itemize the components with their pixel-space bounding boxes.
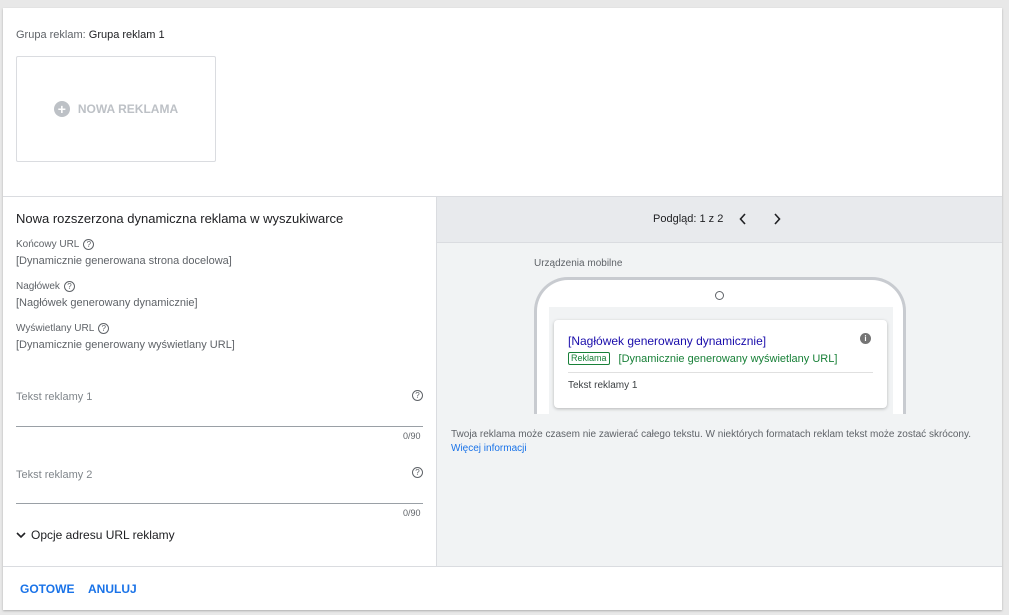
info-icon[interactable]: i bbox=[860, 333, 871, 344]
divider bbox=[3, 566, 1002, 567]
help-icon[interactable]: ? bbox=[98, 323, 110, 334]
headline-label: Nagłówek ? bbox=[16, 281, 75, 292]
help-icon[interactable]: ? bbox=[412, 467, 423, 478]
ad-badge: Reklama bbox=[568, 352, 610, 365]
chevron-left-icon bbox=[739, 213, 746, 225]
divider bbox=[568, 372, 873, 373]
ad-preview-card: [Nagłówek generowany dynamicznie] i Rekl… bbox=[554, 320, 887, 408]
ad-form: Nowa rozszerzona dynamiczna reklama w wy… bbox=[3, 197, 436, 566]
phone-camera-icon bbox=[715, 291, 724, 300]
ad-text-1-underline bbox=[16, 426, 423, 427]
display-url-value: [Dynamicznie generowany wyświetlany URL] bbox=[16, 339, 235, 351]
new-ad-button[interactable]: + NOWA REKLAMA bbox=[16, 56, 216, 162]
cancel-button[interactable]: ANULUJ bbox=[88, 582, 137, 596]
final-url-label: Końcowy URL ? bbox=[16, 239, 95, 250]
ad-text-2-counter: 0/90 bbox=[403, 508, 421, 518]
phone-frame: [Nagłówek generowany dynamicznie] i Rekl… bbox=[534, 277, 906, 414]
chevron-down-icon bbox=[16, 531, 26, 538]
ad-text-1-counter: 0/90 bbox=[403, 431, 421, 441]
phone-screen: [Nagłówek generowany dynamicznie] i Rekl… bbox=[549, 307, 893, 414]
url-options-toggle[interactable]: Opcje adresu URL reklamy bbox=[16, 528, 175, 542]
chevron-right-icon bbox=[774, 213, 781, 225]
ad-group-name: Grupa reklam 1 bbox=[88, 29, 165, 41]
ad-group-row: Grupa reklam: Grupa reklam 1 bbox=[16, 29, 165, 41]
ad-editor-card: Grupa reklam: Grupa reklam 1 + NOWA REKL… bbox=[3, 8, 1002, 610]
preview-notice: Twoja reklama może czasem nie zawierać c… bbox=[451, 429, 972, 454]
ad-url-row: Reklama [Dynamicznie generowany wyświetl… bbox=[568, 352, 837, 365]
new-ad-label: NOWA REKLAMA bbox=[77, 102, 179, 116]
final-url-value: [Dynamicznie generowana strona docelowa] bbox=[16, 255, 232, 267]
help-icon[interactable]: ? bbox=[63, 281, 75, 292]
previous-button[interactable] bbox=[734, 210, 752, 228]
ad-text: Tekst reklamy 1 bbox=[568, 380, 638, 391]
ad-text-1-field[interactable]: Tekst reklamy 1 bbox=[16, 391, 92, 403]
more-info-link[interactable]: Więcej informacji bbox=[451, 443, 527, 454]
display-url-label: Wyświetlany URL ? bbox=[16, 323, 110, 334]
plus-circle-icon: + bbox=[53, 101, 70, 117]
preview-toolbar: Podgląd: 1 z 2 bbox=[437, 197, 1002, 243]
device-label: Urządzenia mobilne bbox=[534, 258, 623, 269]
done-button[interactable]: GOTOWE bbox=[20, 582, 74, 596]
headline-value: [Nagłówek generowany dynamicznie] bbox=[16, 297, 198, 309]
form-title: Nowa rozszerzona dynamiczna reklama w wy… bbox=[16, 211, 344, 226]
help-icon[interactable]: ? bbox=[83, 239, 95, 250]
ad-text-2-field[interactable]: Tekst reklamy 2 bbox=[16, 469, 92, 481]
ad-group-label: Grupa reklam: bbox=[16, 29, 86, 41]
ad-headline: [Nagłówek generowany dynamicznie] bbox=[568, 334, 767, 348]
preview-panel: Podgląd: 1 z 2 Urządzenia mobilne [Nagłó… bbox=[437, 197, 1002, 566]
ad-text-2-underline bbox=[16, 503, 423, 504]
next-button[interactable] bbox=[768, 210, 786, 228]
preview-counter: Podgląd: 1 z 2 bbox=[653, 213, 724, 225]
help-icon[interactable]: ? bbox=[412, 390, 423, 401]
ad-display-url: [Dynamicznie generowany wyświetlany URL] bbox=[618, 352, 838, 365]
